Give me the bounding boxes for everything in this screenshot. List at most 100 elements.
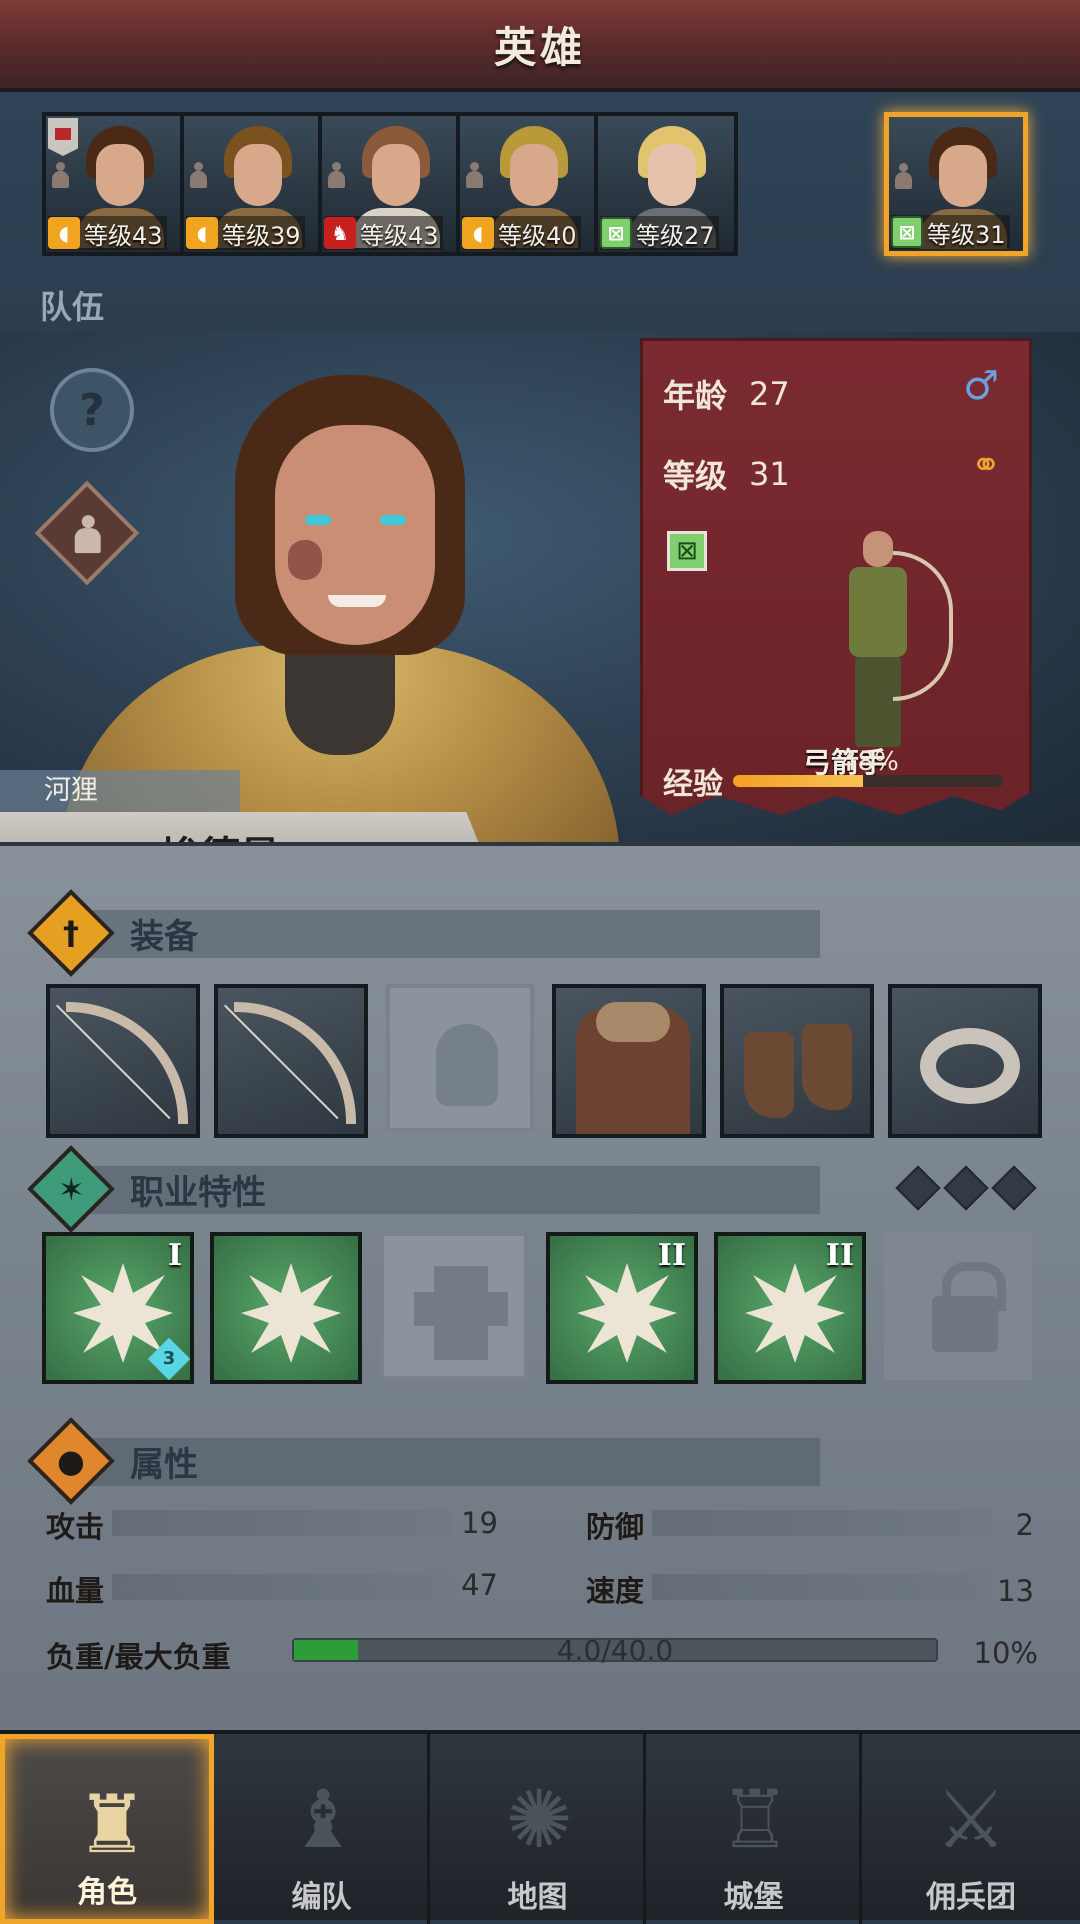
trait-point-diamond-icon xyxy=(943,1165,989,1211)
team-figure-icon xyxy=(50,162,70,190)
hero-level: 等级43 xyxy=(84,221,163,250)
nav-mercenary[interactable]: ⚔ 佣兵团 xyxy=(864,1734,1078,1924)
nav-formation[interactable]: ♝ 编队 xyxy=(216,1734,430,1924)
bottom-nav: ♜ 角色 ♝ 编队 ✺ 地图 ♖ 城堡 ⚔ 佣兵团 xyxy=(0,1730,1080,1924)
xp-percent: 48% xyxy=(841,747,899,777)
xp-row: 经验 48% xyxy=(663,747,1015,803)
traits-title: 职业特性 xyxy=(130,1172,266,1213)
gem-icon: 3 xyxy=(147,1337,190,1380)
skill-slot-2[interactable] xyxy=(210,1232,362,1384)
lock-icon xyxy=(932,1262,1006,1352)
hero-card-1[interactable]: ◖ 等级43 xyxy=(42,112,186,256)
trait-points xyxy=(895,1165,1037,1211)
defense-value: 2 xyxy=(1015,1508,1034,1542)
equip-slot-bow-2[interactable] xyxy=(214,984,368,1138)
team-figure-icon xyxy=(464,162,484,190)
age-value: 27 xyxy=(749,375,790,413)
knight-icon: ♜ xyxy=(76,1778,148,1871)
shield-icon: ◖ xyxy=(48,217,80,249)
bow-icon xyxy=(66,1002,188,1124)
nav-label: 佣兵团 xyxy=(926,1880,1016,1915)
equipment-slots xyxy=(46,984,1042,1138)
guild-banner-icon xyxy=(48,118,78,156)
shield-icon: ◖ xyxy=(186,217,218,249)
double-burst-icon xyxy=(745,1263,845,1363)
bow-icon: ⊠ xyxy=(891,216,923,248)
hero-nickname: 河狸 xyxy=(0,770,240,812)
load-value: 4.0/40.0 xyxy=(556,1634,674,1667)
load-progress-bar: 4.0/40.0 xyxy=(292,1634,938,1667)
hero-level: 等级40 xyxy=(498,221,577,250)
hero-card-2[interactable]: ◖ 等级39 xyxy=(180,112,324,256)
skill-slot-empty[interactable] xyxy=(380,1232,528,1380)
shield-icon: ◖ xyxy=(462,217,494,249)
attributes-header: ● 属性 xyxy=(27,1417,1040,1505)
speed-label: 速度 xyxy=(586,1574,645,1608)
skill-slot-locked[interactable] xyxy=(884,1232,1032,1380)
load-label: 负重/最大负重 xyxy=(46,1640,231,1674)
bow-class-icon: ⊠ xyxy=(667,531,707,571)
skill-slots: I 3 II II xyxy=(42,1232,1040,1386)
team-figure-icon xyxy=(326,162,346,190)
skill-slot-3[interactable]: II xyxy=(546,1232,698,1384)
helmet-icon: ♝ xyxy=(287,1773,359,1866)
trait-point-diamond-icon xyxy=(991,1165,1037,1211)
nav-castle[interactable]: ♖ 城堡 xyxy=(648,1734,862,1924)
nav-label: 角色 xyxy=(77,1875,137,1910)
hero-level: 等级27 xyxy=(636,221,715,250)
castle-icon: ♖ xyxy=(719,1773,791,1866)
hero-card-6-selected[interactable]: ⊠ 等级31 xyxy=(884,112,1028,256)
cross-icon xyxy=(414,1266,508,1360)
figure-icon: ● xyxy=(27,1417,115,1505)
equipment-header: † 装备 xyxy=(27,889,1040,977)
question-icon: ? xyxy=(79,384,105,436)
equip-slot-ring[interactable] xyxy=(888,984,1042,1138)
skill-slot-4[interactable]: II xyxy=(714,1232,866,1384)
nav-character[interactable]: ♜ 角色 xyxy=(0,1734,214,1924)
equip-slot-boots[interactable] xyxy=(720,984,874,1138)
equip-slot-helmet-empty[interactable] xyxy=(386,984,534,1132)
skill-rank: II xyxy=(657,1238,686,1273)
hero-card-4[interactable]: ◖ 等级40 xyxy=(456,112,600,256)
nav-label: 地图 xyxy=(507,1880,568,1915)
archer-figure xyxy=(813,531,953,761)
hero-card-5[interactable]: ⊠ 等级27 xyxy=(594,112,738,256)
beast-icon: ♞ xyxy=(324,217,356,249)
skill-slot-1[interactable]: I 3 xyxy=(42,1232,194,1384)
level-value: 31 xyxy=(749,455,790,493)
ring-icon: ⚭ xyxy=(970,445,1001,486)
level-label: 等级 xyxy=(663,457,728,495)
mercenary-icon: ⚔ xyxy=(935,1773,1007,1866)
hp-value: 47 xyxy=(461,1568,498,1602)
team-figure-icon xyxy=(893,163,913,191)
star-icon: ✶ xyxy=(27,1145,115,1233)
nav-map[interactable]: ✺ 地图 xyxy=(432,1734,646,1924)
arrow-burst-icon xyxy=(241,1263,341,1363)
equip-slot-armor[interactable] xyxy=(552,984,706,1138)
xp-label: 经验 xyxy=(663,767,723,802)
hp-label: 血量 xyxy=(46,1574,105,1608)
skill-rank: I xyxy=(167,1238,182,1273)
helmet-icon xyxy=(436,1024,498,1106)
bow-icon xyxy=(234,1002,356,1124)
skill-rank: II xyxy=(825,1238,854,1273)
age-label: 年龄 xyxy=(663,377,728,415)
equip-slot-bow-1[interactable] xyxy=(46,984,200,1138)
ring-icon xyxy=(920,1028,1020,1104)
help-button[interactable]: ? xyxy=(50,368,134,452)
page-title: 英雄 xyxy=(493,22,586,72)
fur-coat-icon xyxy=(576,1002,690,1134)
hero-card-3[interactable]: ♞ 等级43 xyxy=(318,112,462,256)
defense-label: 防御 xyxy=(586,1510,645,1544)
bow-icon: ⊠ xyxy=(600,217,632,249)
nav-label: 编队 xyxy=(291,1880,352,1915)
traits-header: ✶ 职业特性 xyxy=(27,1145,1040,1233)
team-figure-icon xyxy=(188,162,208,190)
hero-roster: ◖ 等级43 ◖ 等级39 ♞ 等级43 ◖ 等级40 ⊠ 等级27 ⊠ 等级31 xyxy=(42,112,1042,260)
sword-icon: † xyxy=(27,889,115,977)
hero-level: 等级39 xyxy=(222,221,301,250)
speed-value: 13 xyxy=(997,1574,1034,1608)
burst-icon xyxy=(577,1263,677,1363)
outfit-figure-icon xyxy=(73,515,103,555)
equipment-title: 装备 xyxy=(130,916,198,957)
